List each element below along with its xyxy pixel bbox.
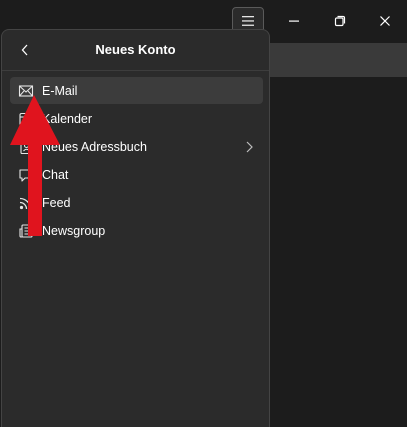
hamburger-menu-icon [242,16,254,26]
minimize-button[interactable] [278,6,310,36]
close-window-button[interactable] [369,6,401,36]
panel-header: Neues Konto [2,30,269,71]
minimize-icon [289,20,299,22]
app-window: Neues Konto E-Mail Kalender Neues Adress… [0,0,407,427]
restore-icon [334,15,346,27]
annotation-arrow [10,95,60,236]
close-icon [380,16,390,26]
chevron-right-icon [246,141,253,153]
restore-button[interactable] [324,6,356,36]
toolbar-strip [264,43,407,77]
panel-title: Neues Konto [95,42,176,57]
